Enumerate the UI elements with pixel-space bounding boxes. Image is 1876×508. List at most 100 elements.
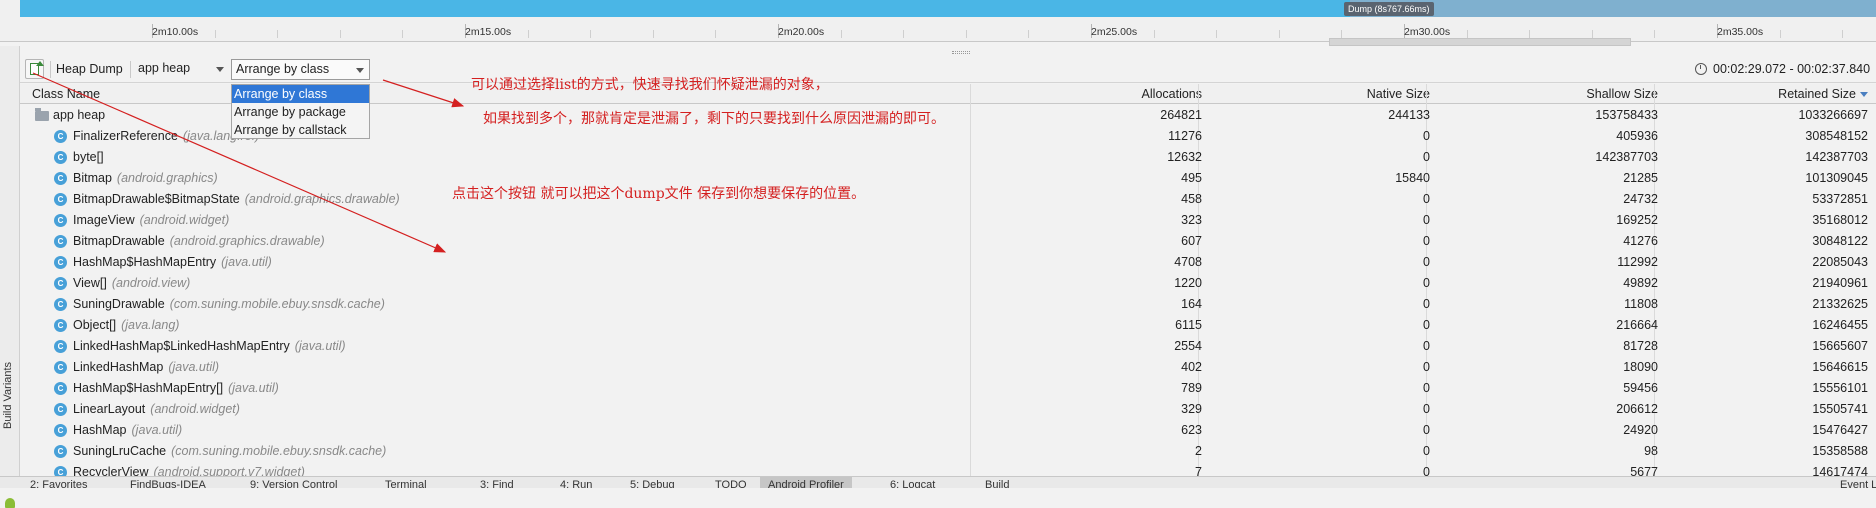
row-shallow-size: 98: [1644, 444, 1658, 458]
minor-tick: [1780, 30, 1781, 38]
row-shallow-size: 49892: [1623, 276, 1658, 290]
row-allocations: 623: [1181, 423, 1202, 437]
arrange-select[interactable]: Arrange by class: [231, 59, 370, 80]
row-native-size: 0: [1423, 276, 1430, 290]
table-row[interactable]: C SuningLruCache (com.suning.mobile.ebuy.s…: [20, 441, 1876, 462]
row-class-name: LinearLayout: [73, 402, 146, 416]
table-row[interactable]: C Object[] (java.lang) 6115 0 216664 16246455: [20, 315, 1876, 336]
column-header-retained-size[interactable]: Retained Size: [1654, 84, 1876, 104]
row-allocations: 164: [1181, 297, 1202, 311]
android-icon: [5, 498, 15, 508]
table-row[interactable]: C View[] (android.view) 1220 0 49892 21940961: [20, 273, 1876, 294]
retained-size-label: Retained Size: [1778, 87, 1856, 101]
bottom-tab[interactable]: Build: [985, 477, 1009, 488]
class-icon: C: [54, 382, 67, 395]
class-icon: C: [54, 214, 67, 227]
splitter-grip[interactable]: [952, 51, 970, 54]
row-class-name: HashMap$HashMapEntry[]: [73, 381, 224, 395]
annotation-note-1: 可以通过选择list的方式，快速寻找我们怀疑泄漏的对象，: [471, 77, 829, 93]
menu-item-arrange-by-class[interactable]: Arrange by class: [232, 85, 369, 103]
range-selection[interactable]: [1329, 38, 1631, 46]
table-row[interactable]: C HashMap$HashMapEntry[] (java.util) 789 0 59…: [20, 378, 1876, 399]
table-row[interactable]: C LinkedHashMap$LinkedHashMapEntry (java.u…: [20, 336, 1876, 357]
bottom-tab[interactable]: FindBugs-IDEA: [130, 477, 206, 488]
timeline[interactable]: Dump (8s767.66ms) 2m10.00s 2m15.00s 2m20…: [0, 0, 1876, 42]
row-class-name: byte[]: [73, 150, 104, 164]
table-row[interactable]: C Bitmap (android.graphics) 495 15840 21285 10…: [20, 168, 1876, 189]
row-shallow-size: 81728: [1623, 339, 1658, 353]
menu-item-arrange-by-package[interactable]: Arrange by package: [232, 103, 369, 121]
row-native-size: 0: [1423, 444, 1430, 458]
row-class-cell: HashMap$HashMapEntry[] (java.util): [73, 378, 279, 399]
column-header-shallow-size[interactable]: Shallow Size: [1426, 84, 1666, 104]
row-native-size: 0: [1423, 339, 1430, 353]
table-row[interactable]: C LinkedHashMap (java.util) 402 0 18090 156466…: [20, 357, 1876, 378]
bottom-tab[interactable]: TODO: [715, 477, 747, 488]
class-icon: C: [54, 298, 67, 311]
bottom-tab[interactable]: Event Log: [1840, 477, 1876, 488]
minor-tick: [903, 30, 904, 38]
bottom-tab[interactable]: 2: Favorites: [30, 477, 87, 488]
table-row[interactable]: C BitmapDrawable$BitmapState (android.grap…: [20, 189, 1876, 210]
column-header-native-size[interactable]: Native Size: [1198, 84, 1438, 104]
class-icon: C: [54, 172, 67, 185]
row-package-name: (android.graphics): [116, 171, 218, 185]
build-variants-tab[interactable]: Build Variants: [2, 362, 14, 429]
bottom-tab[interactable]: Terminal: [385, 477, 427, 488]
row-class-cell: ImageView (android.widget): [73, 210, 229, 231]
row-shallow-size: 153758433: [1595, 108, 1658, 122]
row-allocations: 458: [1181, 192, 1202, 206]
table-row[interactable]: Cbyte[] 12632 0 142387703 142387703: [20, 147, 1876, 168]
chevron-down-icon: [216, 67, 224, 72]
row-retained-size: 35168012: [1812, 213, 1868, 227]
table-row[interactable]: C HashMap$HashMapEntry (java.util) 4708 0 112…: [20, 252, 1876, 273]
bottom-tab[interactable]: Android Profiler: [760, 477, 852, 488]
row-class-cell: HashMap (java.util): [73, 420, 182, 441]
class-icon: C: [54, 403, 67, 416]
heap-table: Class Name Allocations Native Size Shall…: [20, 84, 1876, 488]
row-class-name: Object[]: [73, 318, 117, 332]
minor-tick: [841, 30, 842, 38]
row-package-name: (java.lang): [121, 318, 180, 332]
column-header-class-name[interactable]: Class Name: [32, 84, 100, 104]
table-row[interactable]: C ImageView (android.widget) 323 0 169252 3516…: [20, 210, 1876, 231]
row-allocations: 264821: [1160, 108, 1202, 122]
table-row[interactable]: C LinearLayout (android.widget) 329 0 206612 1…: [20, 399, 1876, 420]
row-retained-size: 15505741: [1812, 402, 1868, 416]
minor-tick: [1154, 30, 1155, 38]
row-package-name: (java.util): [294, 339, 346, 353]
row-package-name: (java.util): [131, 423, 183, 437]
row-package-name: (java.util): [228, 381, 279, 395]
row-allocations: 402: [1181, 360, 1202, 374]
menu-item-arrange-by-callstack[interactable]: Arrange by callstack: [232, 121, 369, 139]
row-class-cell: byte[]: [73, 147, 109, 168]
row-native-size: 0: [1423, 129, 1430, 143]
row-shallow-size: 216664: [1616, 318, 1658, 332]
export-heap-dump-button[interactable]: [25, 59, 44, 79]
annotation-note-2: 如果找到多个，那就肯定是泄漏了，剩下的只要找到什么原因泄漏的即可。: [483, 111, 945, 127]
table-row[interactable]: C HashMap (java.util) 623 0 24920 15476427: [20, 420, 1876, 441]
row-retained-size: 15556101: [1812, 381, 1868, 395]
class-icon: C: [54, 445, 67, 458]
row-allocations: 4708: [1174, 255, 1202, 269]
bottom-tab[interactable]: 5: Debug: [630, 477, 675, 488]
heap-select[interactable]: app heap: [134, 59, 230, 80]
row-native-size: 0: [1423, 360, 1430, 374]
minor-tick: [340, 30, 341, 38]
column-header-allocations[interactable]: Allocations: [970, 84, 1210, 104]
row-shallow-size: 24732: [1623, 192, 1658, 206]
bottom-tab[interactable]: 4: Run: [560, 477, 592, 488]
toolbar-separator: [130, 61, 131, 78]
row-allocations: 2: [1195, 444, 1202, 458]
row-class-name: LinkedHashMap: [73, 360, 164, 374]
table-row[interactable]: C SuningDrawable (com.suning.mobile.ebuy.s…: [20, 294, 1876, 315]
table-row[interactable]: C BitmapDrawable (android.graphics.drawabl…: [20, 231, 1876, 252]
row-class-cell: BitmapDrawable$BitmapState (android.graph…: [73, 189, 400, 210]
row-native-size: 0: [1423, 192, 1430, 206]
bottom-tab[interactable]: 6: Logcat: [890, 477, 935, 488]
bottom-tab[interactable]: 9: Version Control: [250, 477, 337, 488]
row-class-name: HashMap$HashMapEntry: [73, 255, 217, 269]
folder-icon: [35, 108, 49, 121]
class-icon: C: [54, 193, 67, 206]
bottom-tab[interactable]: 3: Find: [480, 477, 514, 488]
